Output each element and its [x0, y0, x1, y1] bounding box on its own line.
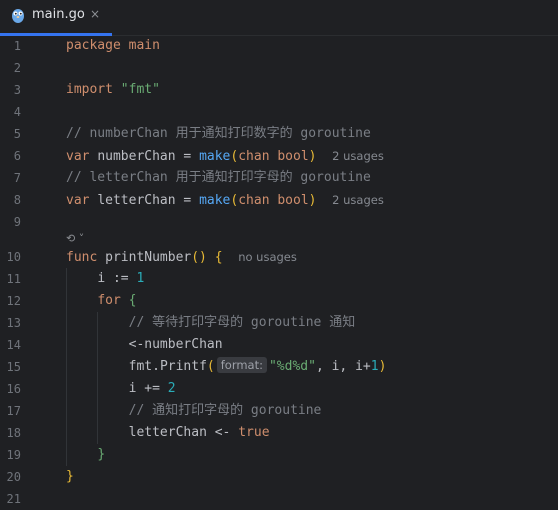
code-line-15: fmt.Printf(format: "%d%d", i, i+1) — [66, 356, 386, 378]
usages-hint[interactable]: 2 usages — [332, 193, 384, 207]
paren: ) — [308, 149, 317, 164]
number: 1 — [136, 271, 145, 286]
line-number: 13 — [6, 316, 21, 330]
line-number: 20 — [6, 470, 21, 484]
tab-label: main.go — [32, 7, 85, 22]
line-number: 18 — [6, 426, 21, 440]
paren: ) — [378, 359, 387, 374]
line-number: 17 — [6, 404, 21, 418]
line-number: 21 — [6, 492, 21, 506]
keyword: true — [238, 425, 270, 440]
code-line-18: letterChan <- true — [66, 422, 270, 444]
keyword: package — [66, 38, 121, 53]
gopher-icon — [12, 9, 24, 23]
variable: i — [128, 381, 137, 396]
code-line-14: <-numberChan — [66, 334, 223, 356]
import-path: "fmt" — [120, 82, 160, 97]
brace: } — [66, 469, 74, 484]
code-line-3: import "fmt" — [66, 79, 160, 101]
code-line-12: for { — [66, 290, 136, 312]
keyword: import — [66, 82, 113, 97]
operator: := — [112, 271, 129, 286]
line-number: 11 — [6, 272, 21, 286]
comment: // 等待打印字母的 goroutine 通知 — [128, 315, 356, 330]
type: bool — [277, 193, 309, 208]
code-line-7: // letterChan 用于通知打印字母的 goroutine — [66, 167, 371, 189]
tab-main-go[interactable]: main.go × — [0, 0, 112, 36]
type: bool — [277, 149, 309, 164]
number: 1 — [370, 359, 379, 374]
code-line-20: } — [66, 466, 74, 488]
paren: ) — [308, 193, 317, 208]
comment: // 通知打印字母的 goroutine — [128, 403, 322, 418]
paren: ( — [206, 359, 215, 374]
operator: <- — [214, 425, 231, 440]
line-number: 4 — [13, 105, 21, 119]
keyword: var — [66, 193, 90, 208]
editor-tab-bar: main.go × — [0, 0, 558, 36]
line-number: 14 — [6, 338, 21, 352]
function-name: printNumber — [105, 250, 192, 265]
line-number: 3 — [13, 83, 21, 97]
comment: // letterChan 用于通知打印字母的 goroutine — [66, 170, 371, 185]
builtin-function: make — [199, 149, 231, 164]
brace: { — [214, 250, 223, 265]
close-icon[interactable]: × — [90, 7, 100, 21]
parameter-hint: format: — [216, 357, 267, 373]
code-line-11: i := 1 — [66, 268, 144, 290]
keyword: chan — [238, 149, 270, 164]
code-editor[interactable]: 1 2 3 4 5 6 7 8 9 10 11 12 13 14 15 16 1… — [0, 35, 558, 506]
string: "%d%d" — [268, 359, 316, 374]
code-line-6: var numberChan = make(chan bool) 2 usage… — [66, 145, 384, 168]
line-number: 10 — [6, 250, 21, 264]
line-number: 7 — [13, 171, 21, 185]
operator: += — [144, 381, 160, 396]
keyword: func — [66, 250, 98, 265]
code-line-8: var letterChan = make(chan bool) 2 usage… — [66, 189, 384, 212]
line-number: 2 — [13, 61, 21, 75]
usages-hint[interactable]: no usages — [238, 250, 297, 264]
brace: } — [97, 447, 106, 462]
keyword: for — [97, 293, 121, 308]
variable: i — [97, 271, 106, 286]
comment: // numberChan 用于通知打印数字的 goroutine — [66, 126, 371, 141]
line-number: 16 — [6, 382, 21, 396]
line-number: 5 — [13, 127, 21, 141]
package-ref: fmt — [128, 359, 153, 374]
code-line-1: package main — [66, 35, 160, 57]
builtin-function: make — [199, 193, 231, 208]
line-number: 15 — [6, 360, 21, 374]
function-call: Printf — [159, 359, 207, 374]
dot: . — [152, 359, 160, 374]
code-line-17: // 通知打印字母的 goroutine — [66, 400, 322, 422]
variable-name: numberChan — [97, 149, 176, 164]
code-line-10: func printNumber() { no usages — [66, 246, 297, 269]
code-line-13: // 等待打印字母的 goroutine 通知 — [66, 312, 356, 334]
code-line-5: // numberChan 用于通知打印数字的 goroutine — [66, 123, 371, 145]
line-number: 19 — [6, 448, 21, 462]
arguments: , i, i+ — [315, 359, 371, 374]
package-name: main — [128, 38, 160, 53]
line-number: 8 — [13, 193, 21, 207]
code-line-19: } — [66, 444, 105, 466]
code-line-16: i += 2 — [66, 378, 176, 400]
variable: letterChan — [128, 425, 207, 440]
operator: = — [183, 193, 192, 208]
number: 2 — [167, 381, 176, 396]
usages-hint[interactable]: 2 usages — [332, 149, 384, 163]
channel-receive: <-numberChan — [128, 337, 223, 352]
parens: () — [191, 250, 207, 265]
line-number: 12 — [6, 294, 21, 308]
code-vision-icon[interactable]: ⟲ ˅ — [66, 232, 84, 245]
operator: = — [183, 149, 192, 164]
keyword: chan — [238, 193, 270, 208]
brace: { — [128, 293, 137, 308]
line-number: 9 — [13, 215, 21, 229]
line-number: 6 — [13, 149, 21, 163]
variable-name: letterChan — [97, 193, 176, 208]
line-number: 1 — [13, 39, 21, 53]
keyword: var — [66, 149, 90, 164]
